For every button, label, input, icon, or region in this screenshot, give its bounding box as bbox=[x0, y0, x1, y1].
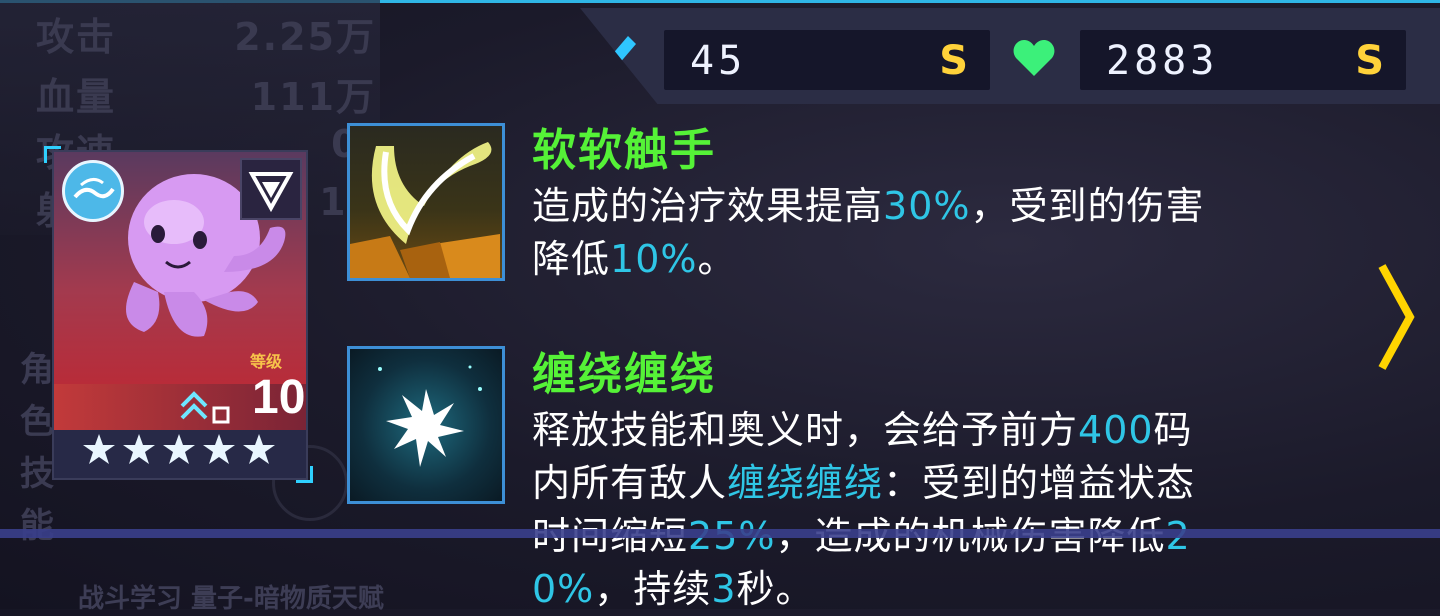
desc-text: 降低 bbox=[532, 237, 611, 281]
desc-highlight: 30% bbox=[883, 184, 971, 228]
desc-text: 造成的治疗效果提高 bbox=[532, 184, 884, 228]
resource-unit: S bbox=[1355, 38, 1384, 84]
skill-desc-line: 0%，持续3秒。 bbox=[532, 563, 1392, 616]
desc-text: ，受到的伤害 bbox=[970, 184, 1205, 228]
bottom-overlay-line bbox=[0, 529, 1440, 538]
star-rating bbox=[82, 432, 276, 466]
star-icon bbox=[123, 434, 155, 464]
skill-desc-line: 降低10%。 bbox=[532, 233, 1392, 286]
resource-bar: 45 S 2883 S bbox=[580, 8, 1440, 104]
desc-highlight: 3 bbox=[711, 567, 737, 611]
bg-stat-value: 111万 bbox=[250, 75, 376, 119]
bg-stat-value: 2.25万 bbox=[234, 15, 376, 59]
star-icon bbox=[163, 434, 195, 464]
heart-icon bbox=[1013, 40, 1055, 76]
level-value: 10 bbox=[252, 371, 306, 424]
desc-highlight: 缠绕缠绕 bbox=[727, 461, 884, 505]
hero-card[interactable]: 等级 10 bbox=[52, 150, 308, 480]
desc-text: 秒。 bbox=[736, 567, 815, 611]
bg-side-char: 技 bbox=[20, 454, 54, 494]
bg-side-char: 能 bbox=[20, 506, 54, 546]
resource-box-heart: 2883 S bbox=[1080, 30, 1406, 90]
resource-box-missile: 45 S bbox=[664, 30, 990, 90]
skill-desc-line: 内所有敌人缠绕缠绕：受到的增益状态 bbox=[532, 457, 1392, 510]
desc-text: 释放技能和奥义时，会给予前方 bbox=[532, 408, 1079, 452]
leaf-moon-icon bbox=[369, 365, 482, 485]
skill-description: 造成的治疗效果提高30%，受到的伤害 降低10%。 bbox=[532, 180, 1392, 286]
bg-bottom-label: 战斗学习 量子-暗物质天赋 bbox=[78, 584, 384, 614]
skill-name: 软软触手 bbox=[532, 125, 716, 176]
bg-stat-label: 攻击 bbox=[36, 15, 117, 59]
skill-icon-entangle[interactable] bbox=[347, 346, 505, 504]
desc-text: 。 bbox=[697, 237, 737, 281]
star-icon bbox=[243, 434, 275, 464]
level-label: 等级 bbox=[250, 352, 283, 371]
bg-stat-attack: 攻击 2.25万 bbox=[36, 6, 376, 61]
rank-chevron-icon bbox=[180, 391, 230, 424]
resource-unit: S bbox=[939, 38, 968, 84]
skill-desc-line: 造成的治疗效果提高30%，受到的伤害 bbox=[532, 180, 1392, 233]
next-page-chevron-icon[interactable] bbox=[1376, 262, 1416, 372]
bg-stat-label: 血量 bbox=[36, 75, 117, 119]
bg-side-char: 色 bbox=[20, 402, 54, 442]
tentacle-slash-icon bbox=[350, 142, 500, 278]
skill-name: 缠绕缠绕 bbox=[532, 349, 716, 400]
bg-side-char: 角 bbox=[20, 350, 54, 390]
water-wave-icon bbox=[62, 160, 124, 222]
bg-stat-hp: 血量 111万 bbox=[36, 66, 376, 121]
resource-value: 2883 bbox=[1106, 38, 1219, 84]
rocket-icon bbox=[598, 36, 636, 80]
card-corner-decor bbox=[296, 466, 313, 483]
triangle-emblem-icon bbox=[240, 158, 302, 220]
desc-text: ：受到的增益状态 bbox=[883, 461, 1196, 505]
desc-highlight: 10% bbox=[610, 237, 698, 281]
skill-description: 释放技能和奥义时，会给予前方400码 内所有敌人缠绕缠绕：受到的增益状态 时间缩… bbox=[532, 404, 1392, 616]
star-icon bbox=[83, 434, 115, 464]
skill-icon-tentacle[interactable] bbox=[347, 123, 505, 281]
desc-text: ，持续 bbox=[594, 567, 712, 611]
resource-value: 45 bbox=[690, 38, 747, 84]
desc-highlight: 400 bbox=[1078, 408, 1154, 452]
desc-text: 码 bbox=[1153, 408, 1193, 452]
skill-desc-line: 释放技能和奥义时，会给予前方400码 bbox=[532, 404, 1392, 457]
desc-highlight: 0% bbox=[532, 567, 595, 611]
star-icon bbox=[203, 434, 235, 464]
desc-text: 内所有敌人 bbox=[532, 461, 728, 505]
